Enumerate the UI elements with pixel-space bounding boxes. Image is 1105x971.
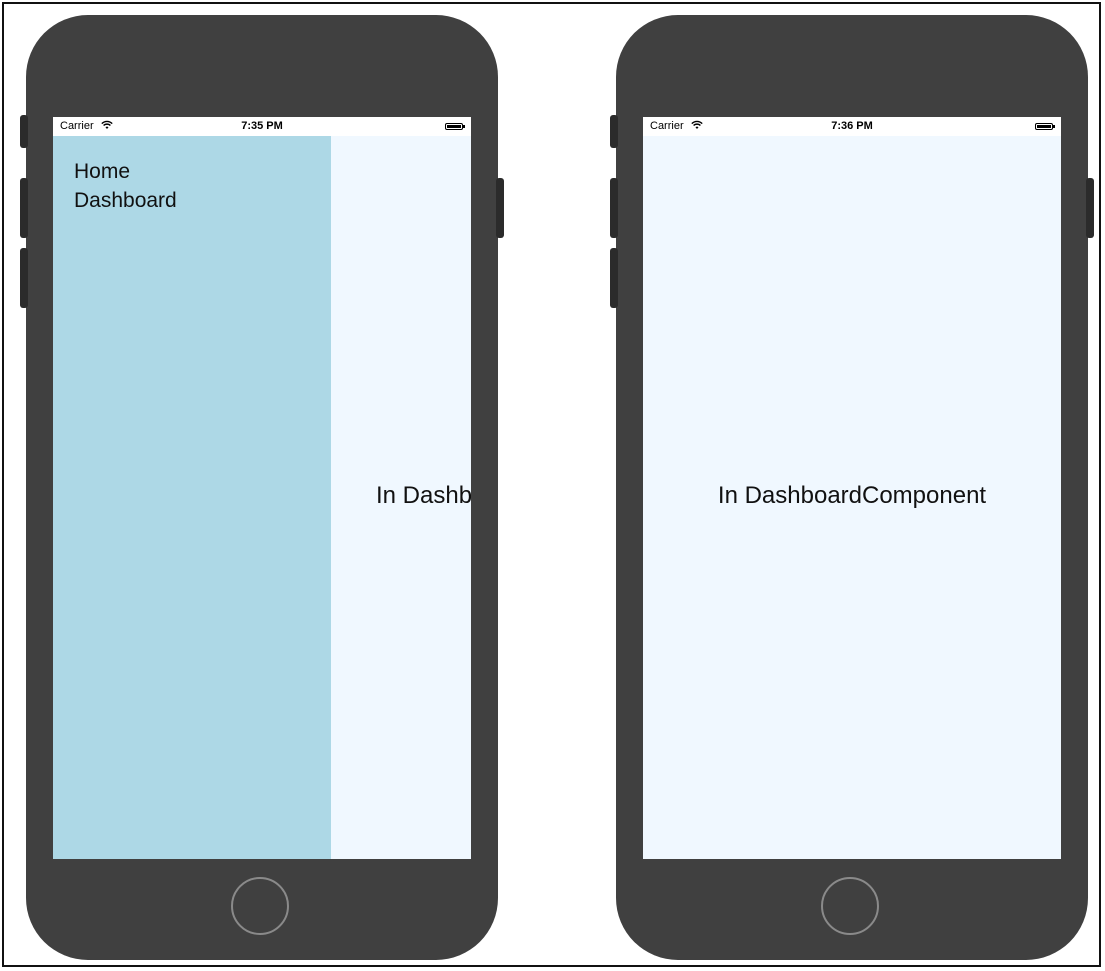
app-content: In DashboardComponent Home Dashboard (53, 136, 471, 859)
status-time: 7:35 PM (241, 120, 283, 132)
status-bar: Carrier 7:36 PM (643, 117, 1061, 136)
app-content: In DashboardComponent (643, 136, 1061, 859)
screen: Carrier 7:35 PM In DashboardComponent Ho… (53, 117, 471, 859)
phone-right: Carrier 7:36 PM In DashboardComponent (610, 15, 1094, 960)
battery-icon (1035, 123, 1055, 130)
volume-down-button (610, 248, 618, 308)
volume-up-button (20, 178, 28, 238)
side-drawer: Home Dashboard (53, 136, 331, 859)
power-button (1086, 178, 1094, 238)
home-button[interactable] (821, 877, 879, 935)
status-time: 7:36 PM (831, 120, 873, 132)
dashboard-text: In DashboardComponent (717, 482, 987, 509)
status-bar: Carrier 7:35 PM (53, 117, 471, 136)
screen: Carrier 7:36 PM In DashboardComponent (643, 117, 1061, 859)
drawer-item-home[interactable]: Home (74, 159, 130, 185)
home-button[interactable] (231, 877, 289, 935)
drawer-item-dashboard[interactable]: Dashboard (74, 188, 177, 214)
volume-down-button (20, 248, 28, 308)
phone-left: Carrier 7:35 PM In DashboardComponent Ho… (20, 15, 504, 960)
mute-switch (610, 115, 618, 148)
mute-switch (20, 115, 28, 148)
volume-up-button (610, 178, 618, 238)
dashboard-text: In DashboardComponent (376, 482, 471, 509)
power-button (496, 178, 504, 238)
battery-icon (445, 123, 465, 130)
